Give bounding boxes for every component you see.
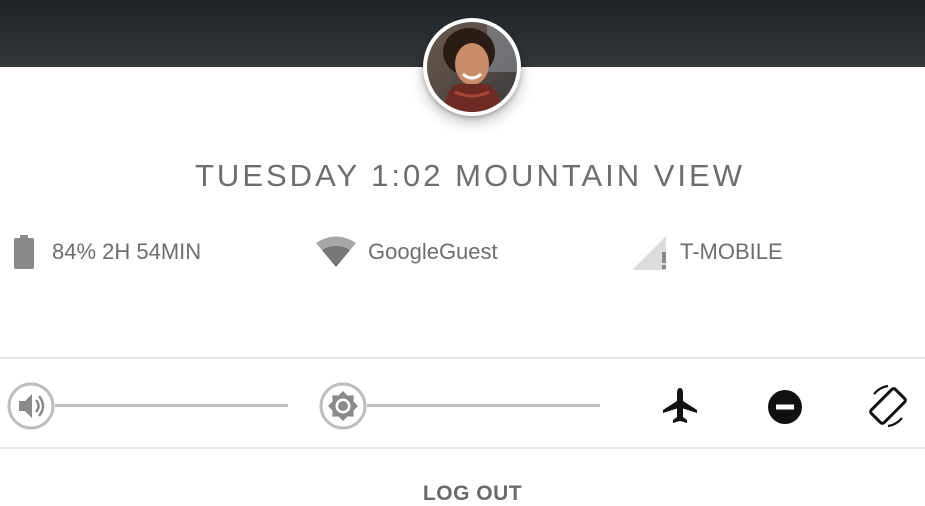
- battery-status[interactable]: 84% 2H 54MIN: [14, 232, 201, 272]
- volume-icon[interactable]: [7, 382, 55, 430]
- user-avatar[interactable]: [423, 18, 521, 116]
- airplane-mode-icon[interactable]: [662, 386, 698, 426]
- logout-button[interactable]: LOG OUT: [0, 482, 925, 506]
- auto-rotate-icon[interactable]: [866, 384, 910, 428]
- date-time-location: TUESDAY 1:02 MOUNTAIN VIEW: [195, 158, 745, 193]
- brightness-icon[interactable]: [319, 382, 367, 430]
- wifi-icon: [316, 236, 356, 267]
- divider-top: [0, 357, 925, 359]
- divider-bottom: [0, 447, 925, 449]
- battery-icon: [14, 235, 34, 269]
- cellular-status[interactable]: T-MOBILE: [632, 232, 783, 272]
- cellular-signal-icon: [632, 236, 666, 270]
- do-not-disturb-icon[interactable]: [767, 389, 803, 425]
- wifi-status[interactable]: GoogleGuest: [316, 232, 498, 272]
- volume-slider-track[interactable]: [55, 404, 288, 407]
- carrier-name: T-MOBILE: [680, 239, 783, 264]
- wifi-network-name: GoogleGuest: [368, 239, 498, 264]
- user-photo: [427, 22, 517, 112]
- battery-text: 84% 2H 54MIN: [52, 239, 202, 264]
- brightness-slider-track[interactable]: [367, 404, 600, 407]
